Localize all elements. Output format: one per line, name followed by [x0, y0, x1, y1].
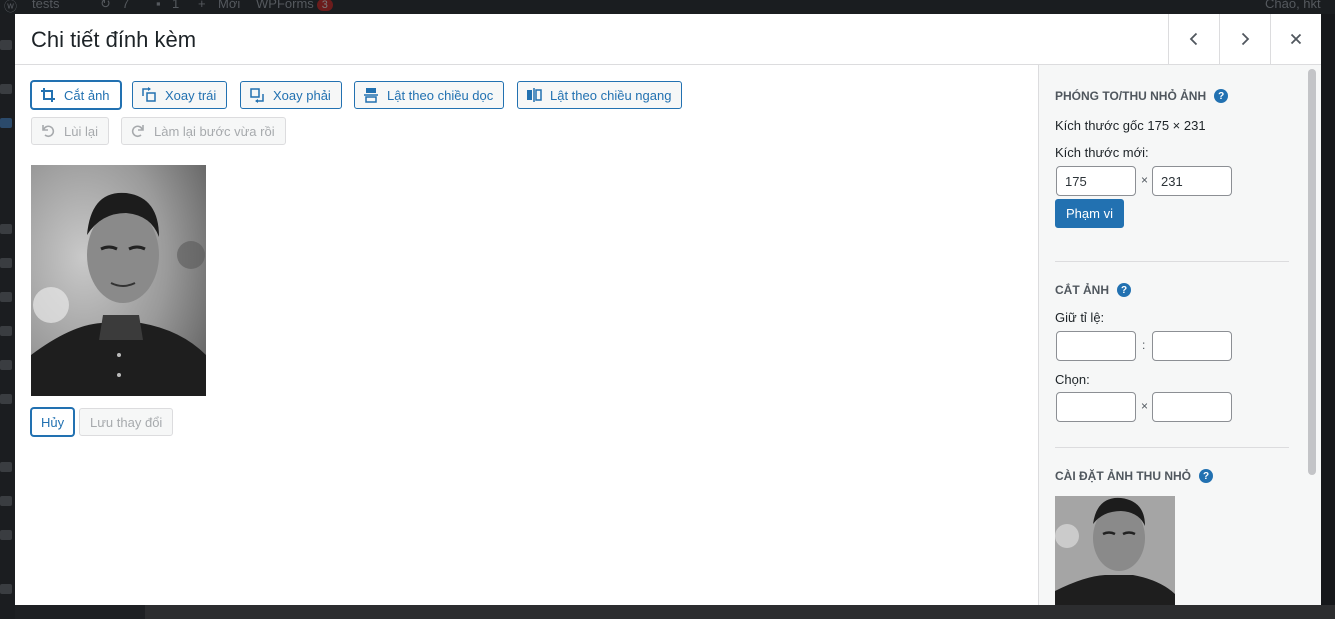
thumbnail-heading-text: CÀI ĐẶT ẢNH THU NHỎ	[1055, 469, 1191, 483]
close-modal-button[interactable]	[1270, 14, 1321, 64]
image-editor: Cắt ảnh Xoay trái Xoay phải Lật theo chi…	[15, 65, 1038, 605]
image-settings-sidebar: PHÓNG TO/THU NHỎ ẢNH ? Kích thước gốc 17…	[1038, 65, 1321, 605]
flip-vertical-label: Lật theo chiều dọc	[387, 87, 494, 103]
crop-button[interactable]: Cắt ảnh	[31, 81, 121, 109]
undo-label: Lùi lại	[64, 123, 98, 139]
media-icon[interactable]	[0, 118, 12, 128]
admin-bar: ⓦ tests ↻ 7 ▪ 1 + Mới WPForms 3 Chào, hkt	[0, 0, 1335, 14]
admin-menu	[0, 14, 15, 619]
previous-attachment-button[interactable]	[1168, 14, 1219, 64]
admin-bar-wpforms[interactable]: WPForms 3	[256, 0, 333, 11]
pages-icon[interactable]	[0, 224, 12, 234]
flip-horizontal-button[interactable]: Lật theo chiều ngang	[517, 81, 683, 109]
help-icon[interactable]: ?	[1214, 89, 1229, 103]
aspect-ratio-height-input[interactable]	[1152, 331, 1232, 361]
rotate-right-button[interactable]: Xoay phải	[240, 81, 342, 109]
crop-button-label: Cắt ảnh	[64, 87, 110, 103]
redo-label: Làm lại bước vừa rồi	[154, 123, 275, 139]
scale-heading: PHÓNG TO/THU NHỎ ẢNH ?	[1055, 89, 1229, 103]
cancel-button[interactable]: Hủy	[31, 408, 75, 436]
scale-button[interactable]: Phạm vi	[1055, 199, 1124, 228]
page-background-strip	[145, 605, 1335, 619]
rotate-right-label: Xoay phải	[273, 87, 331, 103]
forms-icon[interactable]	[0, 326, 12, 336]
selection-width-input[interactable]	[1056, 392, 1136, 422]
save-changes-button[interactable]: Lưu thay đổi	[79, 408, 174, 436]
undo-button[interactable]: Lùi lại	[31, 117, 109, 145]
plugins-icon[interactable]	[0, 394, 12, 404]
wordpress-logo-icon[interactable]: ⓦ	[4, 0, 17, 14]
selection-label: Chọn:	[1055, 372, 1090, 387]
portrait-image	[31, 165, 206, 396]
sidebar-scrollbar[interactable]	[1308, 69, 1316, 475]
flip-vertical-button[interactable]: Lật theo chiều dọc	[354, 81, 505, 109]
selection-separator: ×	[1141, 399, 1149, 413]
section-divider	[1055, 261, 1289, 262]
accessibility-icon[interactable]	[0, 292, 12, 302]
comments-menu-icon[interactable]	[0, 258, 12, 268]
chevron-right-icon	[1241, 32, 1250, 46]
thumbnail-preview	[1055, 496, 1175, 605]
modal-header: Chi tiết đính kèm	[15, 14, 1321, 65]
updates-icon[interactable]: ↻	[100, 0, 111, 12]
new-dimensions-label: Kích thước mới:	[1055, 145, 1149, 160]
scale-height-input[interactable]: 231	[1152, 166, 1232, 196]
settings-icon[interactable]	[0, 530, 12, 540]
crop-icon	[41, 88, 55, 102]
rotate-left-icon	[142, 87, 156, 102]
admin-bar-new[interactable]: Mới	[218, 0, 240, 11]
redo-icon	[131, 125, 144, 138]
tools-icon[interactable]	[0, 496, 12, 506]
crop-heading-text: CẮT ẢNH	[1055, 283, 1109, 297]
modal-title: Chi tiết đính kèm	[31, 27, 197, 52]
undo-icon	[42, 125, 55, 138]
help-icon[interactable]: ?	[1117, 283, 1131, 297]
scale-separator: ×	[1141, 173, 1149, 187]
admin-bar-site[interactable]: tests	[32, 0, 59, 11]
wpforms-badge: 3	[316, 0, 333, 11]
scale-heading-text: PHÓNG TO/THU NHỎ ẢNH	[1055, 89, 1207, 103]
rotate-left-label: Xoay trái	[165, 87, 217, 103]
close-icon	[1290, 33, 1302, 45]
appearance-icon[interactable]	[0, 360, 12, 370]
comments-icon[interactable]: ▪	[156, 0, 161, 11]
redo-button[interactable]: Làm lại bước vừa rồi	[121, 117, 286, 145]
original-dimensions: Kích thước gốc 175 × 231	[1055, 118, 1206, 133]
flip-vertical-icon	[364, 88, 378, 103]
thumbnail-heading: CÀI ĐẶT ẢNH THU NHỎ ?	[1055, 469, 1213, 483]
scale-width-input[interactable]: 175	[1056, 166, 1136, 196]
aspect-ratio-separator: :	[1142, 338, 1146, 352]
aspect-ratio-width-input[interactable]	[1056, 331, 1136, 361]
page-background	[15, 605, 1335, 619]
flip-horizontal-label: Lật theo chiều ngang	[550, 87, 672, 103]
posts-icon[interactable]	[0, 84, 12, 94]
collapse-icon[interactable]	[0, 584, 12, 594]
next-attachment-button[interactable]	[1219, 14, 1270, 64]
flip-horizontal-icon	[527, 88, 542, 102]
users-icon[interactable]	[0, 462, 12, 472]
thumbnail-image	[1055, 496, 1175, 605]
rotate-left-button[interactable]: Xoay trái	[132, 81, 228, 109]
wpforms-label: WPForms	[256, 0, 314, 11]
chevron-left-icon	[1189, 32, 1198, 46]
save-changes-label: Lưu thay đổi	[90, 414, 163, 430]
attachment-details-modal: Chi tiết đính kèm Cắt ảnh Xoay trái Xoay…	[15, 14, 1321, 605]
selection-height-input[interactable]	[1152, 392, 1232, 422]
help-icon[interactable]: ?	[1199, 469, 1213, 483]
cancel-button-label: Hủy	[41, 414, 65, 430]
rotate-right-icon	[250, 88, 264, 103]
image-preview[interactable]	[31, 165, 206, 396]
add-new-icon[interactable]: +	[198, 0, 206, 11]
dashboard-icon[interactable]	[0, 40, 12, 50]
aspect-ratio-label: Giữ tỉ lệ:	[1055, 310, 1105, 325]
crop-heading: CẮT ẢNH ?	[1055, 283, 1131, 297]
admin-bar-comments[interactable]: 1	[172, 0, 179, 11]
admin-bar-updates[interactable]: 7	[122, 0, 129, 11]
section-divider	[1055, 447, 1289, 448]
admin-bar-greeting[interactable]: Chào, hkt	[1265, 0, 1321, 11]
